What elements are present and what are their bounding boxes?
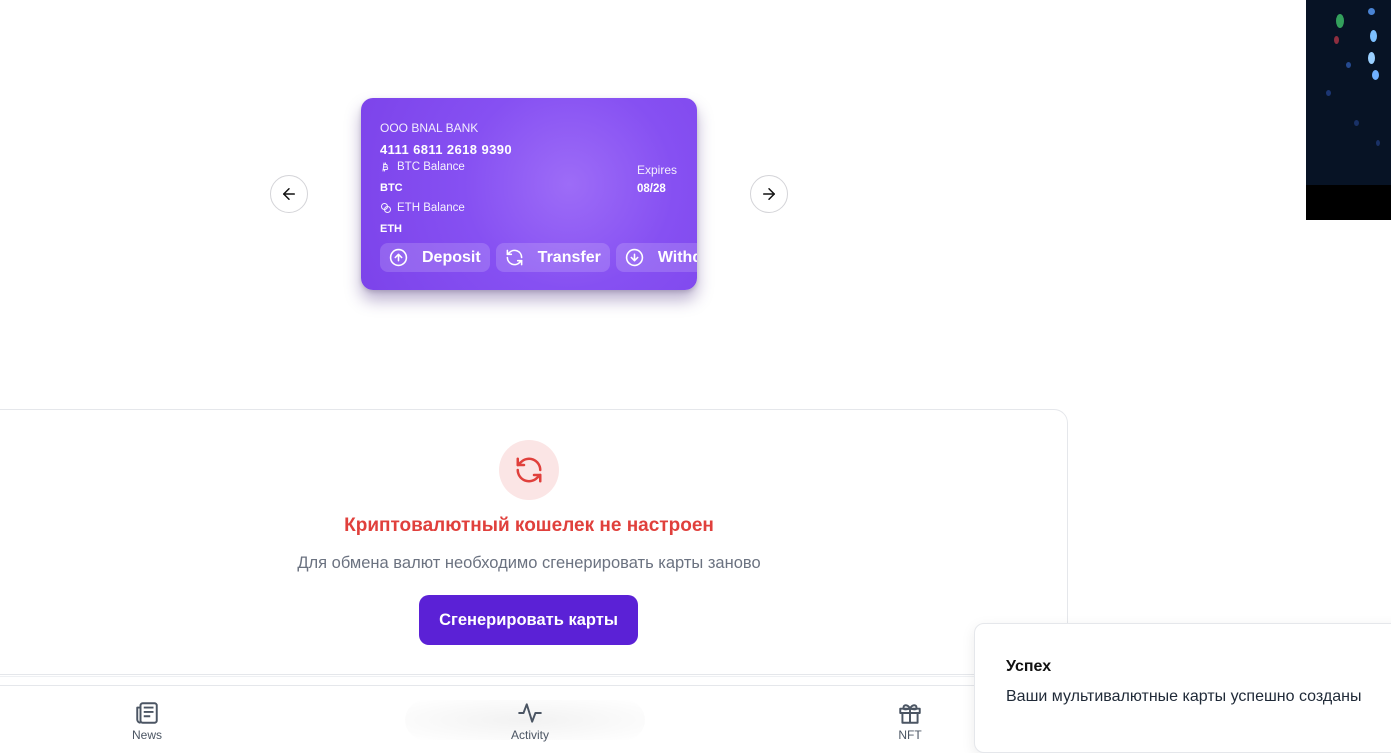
generate-cards-button[interactable]: Сгенерировать карты <box>419 595 638 645</box>
btc-currency: BTC <box>380 182 403 194</box>
gift-icon <box>899 704 921 724</box>
eth-balance-row: ETH Balance <box>380 202 465 214</box>
wallet-error-title: Криптовалютный кошелек не настроен <box>344 515 714 536</box>
nav-news-label: News <box>131 728 162 742</box>
divider <box>0 676 1070 677</box>
card-number: 4111 6811 2618 9390 <box>380 142 512 157</box>
card-bank-name: OOO BNAL BANK <box>380 121 479 135</box>
nav-activity[interactable]: Activity <box>490 700 570 742</box>
withdraw-label: Withdraw <box>657 248 697 266</box>
eth-balance-label: ETH Balance <box>397 202 465 214</box>
wallet-error-subtitle: Для обмена валют необходимо сгенерироват… <box>297 554 761 572</box>
expires-value: 08/28 <box>637 183 666 195</box>
activity-icon <box>518 703 542 723</box>
newspaper-icon <box>136 702 158 724</box>
carousel-next-button[interactable] <box>750 175 788 213</box>
arrow-down-circle-icon <box>625 248 644 267</box>
withdraw-button[interactable]: Withdraw <box>615 243 697 272</box>
btc-balance-label: BTC Balance <box>397 161 465 173</box>
background-image <box>1306 0 1391 220</box>
transfer-label: Transfer <box>537 248 601 266</box>
arrow-right-icon <box>763 188 775 200</box>
wallet-status-icon-wrap <box>499 440 559 500</box>
toast-message: Ваши мультивалютные карты успешно создан… <box>1006 688 1362 705</box>
transfer-button[interactable]: Transfer <box>495 243 610 272</box>
nav-news[interactable]: News <box>107 700 187 742</box>
nav-activity-label: Activity <box>510 728 549 742</box>
refresh-icon <box>516 457 542 483</box>
arrow-left-icon <box>283 188 295 200</box>
deposit-button[interactable]: Deposit <box>380 243 490 272</box>
carousel-prev-button[interactable] <box>270 175 308 213</box>
eth-currency: ETH <box>380 223 402 235</box>
success-toast: Успех Ваши мультивалютные карты успешно … <box>974 623 1391 753</box>
deposit-label: Deposit <box>422 248 481 266</box>
btc-balance-row: BTC Balance <box>380 161 465 173</box>
refresh-icon <box>506 249 523 266</box>
arrow-up-circle-icon <box>389 248 408 267</box>
nav-nft[interactable]: NFT <box>870 700 950 742</box>
expires-label: Expires <box>637 163 678 177</box>
bitcoin-icon <box>382 162 389 172</box>
bank-card[interactable]: OOO BNAL BANK 4111 6811 2618 9390 BTC Ba… <box>361 98 697 290</box>
nav-nft-label: NFT <box>898 728 922 742</box>
coins-icon <box>381 203 391 213</box>
card-actions: Deposit Transfer Withdraw <box>380 243 697 272</box>
toast-title: Успех <box>1006 658 1052 675</box>
